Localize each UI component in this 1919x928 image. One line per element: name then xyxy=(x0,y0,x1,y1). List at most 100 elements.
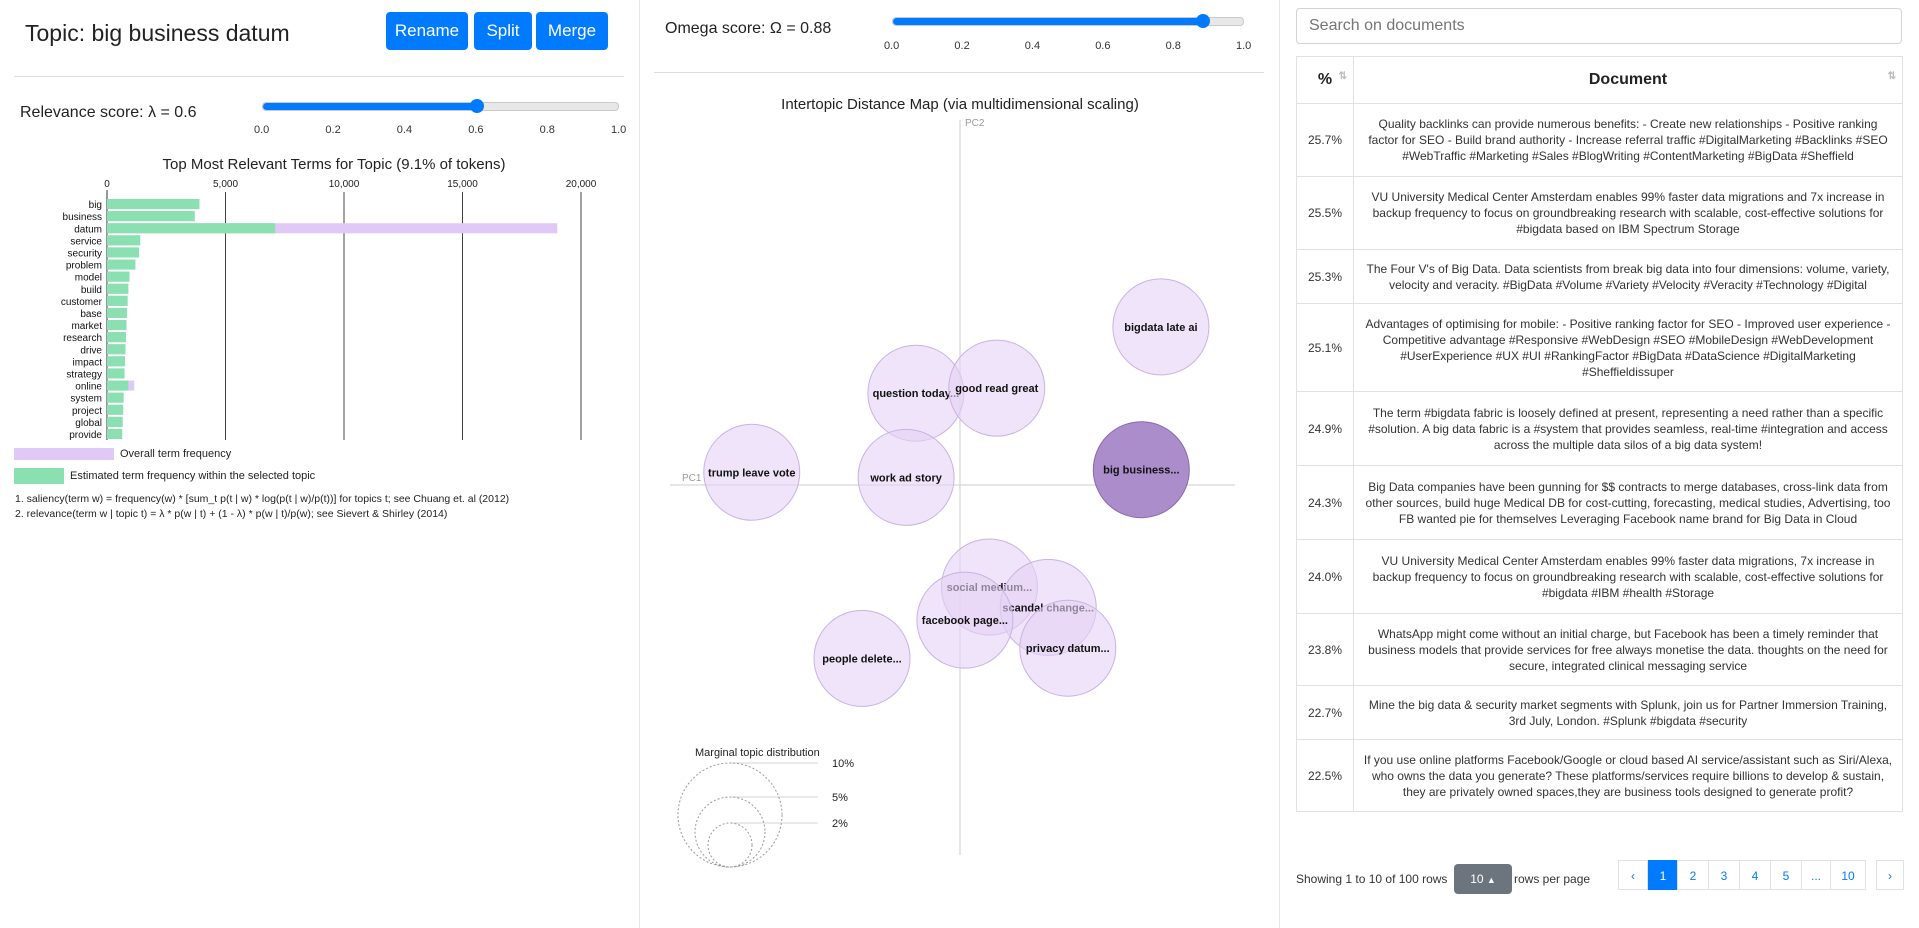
marginal-size-label: 10% xyxy=(832,758,854,770)
term-label[interactable]: security xyxy=(68,249,102,260)
table-row[interactable]: 25.5% VU University Medical Center Amster… xyxy=(1296,176,1903,250)
page-button[interactable]: 10 xyxy=(1830,860,1866,890)
document-text: Mine the big data & security market segm… xyxy=(1353,685,1903,740)
bar-topic-frequency[interactable] xyxy=(107,259,136,270)
term-label[interactable]: research xyxy=(63,333,102,344)
omega-slider-ticks: 0.0 0.2 0.4 0.6 0.8 1.0 xyxy=(884,40,1251,54)
term-label[interactable]: build xyxy=(81,285,102,296)
split-button[interactable]: Split xyxy=(474,12,532,50)
page-button[interactable]: 2 xyxy=(1677,860,1709,890)
topic-bubble-label[interactable]: question today... xyxy=(873,388,960,400)
bar-topic-frequency[interactable] xyxy=(107,428,123,439)
term-label[interactable]: customer xyxy=(61,297,103,308)
omega-tick-label: 0.8 xyxy=(1165,40,1181,52)
bar-topic-frequency[interactable] xyxy=(107,211,195,222)
bar-topic-frequency[interactable] xyxy=(107,416,123,427)
table-row[interactable]: 22.7% Mine the big data & security market… xyxy=(1296,685,1903,740)
column-header-document-label: Document xyxy=(1588,71,1668,88)
relevance-tick-label: 0.0 xyxy=(254,124,270,136)
bar-topic-frequency[interactable] xyxy=(107,223,276,234)
relevance-slider-thumb[interactable] xyxy=(470,99,485,113)
page-next-button[interactable]: › xyxy=(1876,860,1904,890)
table-row[interactable]: 25.1% Advantages of optimising for mobile… xyxy=(1296,303,1903,392)
column-header-pct[interactable]: % ⇅ xyxy=(1296,56,1354,104)
bar-topic-frequency[interactable] xyxy=(107,199,200,210)
term-label[interactable]: online xyxy=(75,382,102,393)
document-text: The Four V's of Big Data. Data scientist… xyxy=(1353,249,1903,304)
term-label[interactable]: market xyxy=(71,321,102,332)
bar-topic-frequency[interactable] xyxy=(107,332,126,343)
topic-bubble-label[interactable]: people delete... xyxy=(822,653,901,665)
table-row[interactable]: 24.9% The term #bigdata fabric is loosely… xyxy=(1296,391,1903,466)
marginal-distribution-title: Marginal topic distribution xyxy=(695,747,820,759)
omega-tick-label: 0.0 xyxy=(884,40,900,52)
term-label[interactable]: big xyxy=(89,200,102,211)
term-label[interactable]: provide xyxy=(69,430,102,441)
term-label[interactable]: global xyxy=(75,418,102,429)
bar-topic-frequency[interactable] xyxy=(107,368,125,379)
pc1-label: PC1 xyxy=(682,473,702,484)
page-prev-button[interactable]: ‹ xyxy=(1618,860,1648,890)
bar-topic-frequency[interactable] xyxy=(107,271,130,282)
marginal-size-circle xyxy=(694,796,766,868)
page-button[interactable]: 5 xyxy=(1770,860,1802,890)
omega-slider[interactable] xyxy=(892,14,1244,28)
bar-topic-frequency[interactable] xyxy=(107,392,124,403)
bar-topic-frequency[interactable] xyxy=(107,283,129,294)
term-label[interactable]: impact xyxy=(73,357,103,368)
bar-chart-x-tick-label: 5,000 xyxy=(213,179,238,190)
bar-topic-frequency[interactable] xyxy=(107,247,139,258)
topic-bubble-label[interactable]: privacy datum... xyxy=(1026,643,1110,655)
bar-chart-x-tick-label: 15,000 xyxy=(447,179,478,190)
topic-bubble-label[interactable]: work ad story xyxy=(869,472,942,484)
bar-topic-frequency[interactable] xyxy=(107,344,126,355)
term-label[interactable]: project xyxy=(72,406,102,417)
term-label[interactable]: drive xyxy=(80,345,102,356)
term-label[interactable]: system xyxy=(70,394,102,405)
topic-bubble-label[interactable]: good read great xyxy=(955,383,1038,395)
bar-topic-frequency[interactable] xyxy=(107,307,127,318)
table-row[interactable]: 24.0% VU University Medical Center Amster… xyxy=(1296,539,1903,614)
relevance-slider[interactable] xyxy=(262,99,619,113)
rename-button[interactable]: Rename xyxy=(386,12,468,50)
omega-tick-label: 0.2 xyxy=(954,40,970,52)
document-text: Advantages of optimising for mobile: - P… xyxy=(1353,303,1903,392)
term-label[interactable]: base xyxy=(80,309,102,320)
topic-bubble-label[interactable]: facebook page... xyxy=(922,615,1008,627)
page-button[interactable]: 1 xyxy=(1648,860,1678,890)
marginal-size-label: 2% xyxy=(832,818,848,830)
table-row[interactable]: 25.7% Quality backlinks can provide numer… xyxy=(1296,103,1903,177)
sort-icon: ⇅ xyxy=(1338,71,1347,82)
bar-topic-frequency[interactable] xyxy=(107,356,126,367)
omega-tick-label: 0.4 xyxy=(1024,40,1041,52)
bar-topic-frequency[interactable] xyxy=(107,380,129,391)
table-row[interactable]: 23.8% WhatsApp might come without an init… xyxy=(1296,613,1903,686)
column-header-document[interactable]: Document ⇅ xyxy=(1353,56,1903,104)
topic-bubble-label[interactable]: trump leave vote xyxy=(708,467,795,479)
bar-chart-x-tick-label: 10,000 xyxy=(329,179,360,190)
table-row[interactable]: 22.5% If you use online platforms Faceboo… xyxy=(1296,739,1903,812)
document-text: VU University Medical Center Amsterdam e… xyxy=(1353,539,1903,614)
term-label[interactable]: strategy xyxy=(66,370,102,381)
intertopic-panel: Omega score: Ω = 0.88 0.0 0.2 0.4 0.6 0.8 1.0… xyxy=(640,0,1280,928)
topic-bubble-label[interactable]: big business... xyxy=(1103,465,1179,477)
page-button[interactable]: 4 xyxy=(1739,860,1771,890)
page-button[interactable]: 3 xyxy=(1708,860,1740,890)
topic-bubble-label[interactable]: bigdata late ai xyxy=(1124,322,1197,334)
search-input[interactable] xyxy=(1296,8,1902,44)
term-label[interactable]: model xyxy=(75,273,102,284)
term-label[interactable]: problem xyxy=(66,261,102,272)
bar-topic-frequency[interactable] xyxy=(107,404,124,415)
bar-topic-frequency[interactable] xyxy=(107,320,127,331)
bar-topic-frequency[interactable] xyxy=(107,295,128,306)
page-size-dropdown[interactable]: 10 ▲ xyxy=(1454,864,1512,894)
table-row[interactable]: 24.3% Big Data companies have been gunnin… xyxy=(1296,465,1903,540)
table-row[interactable]: 25.3% The Four V's of Big Data. Data scie… xyxy=(1296,249,1903,304)
term-label[interactable]: datum xyxy=(74,224,102,235)
term-label[interactable]: business xyxy=(63,212,102,223)
term-label[interactable]: service xyxy=(70,236,102,247)
bar-topic-frequency[interactable] xyxy=(107,235,141,246)
merge-button[interactable]: Merge xyxy=(536,12,608,50)
omega-slider-thumb[interactable] xyxy=(1195,14,1210,28)
documents-table: % ⇅ Document ⇅ 25.7% Quality backlinks can … xyxy=(1296,56,1903,812)
